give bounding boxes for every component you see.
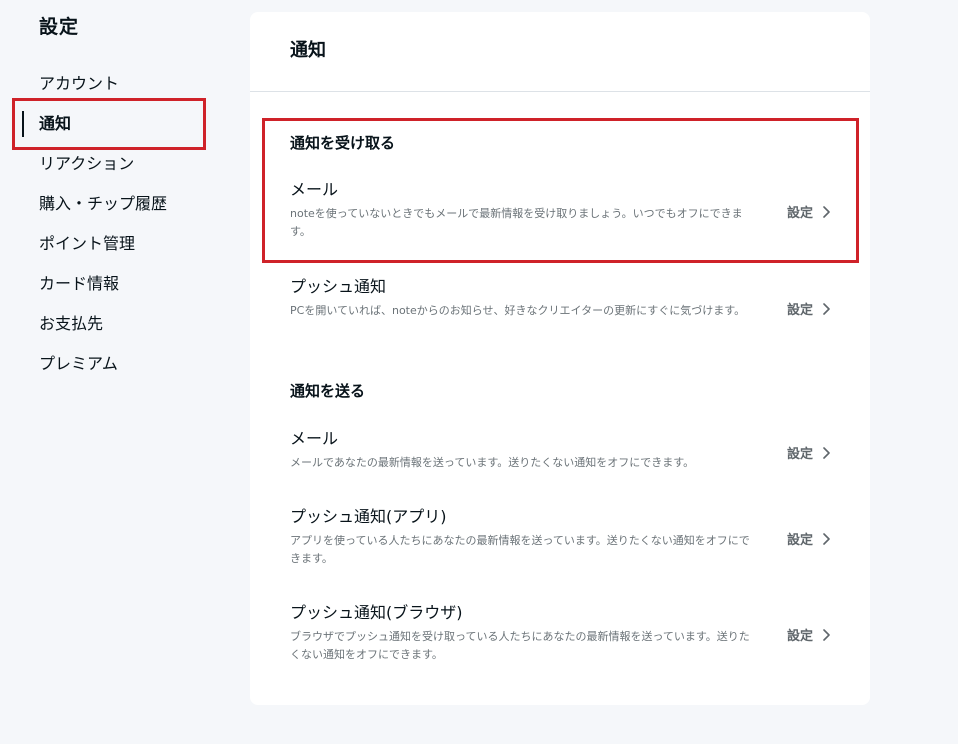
row-description: PCを開いていれば、noteからのお知らせ、好きなクリエイターの更新にすぐに気づ… <box>290 304 746 317</box>
sidebar-item-reactions[interactable]: リアクション <box>0 144 250 184</box>
sidebar-item-purchase-history[interactable]: 購入・チップ履歴 <box>0 184 250 224</box>
row-settings-link[interactable]: 設定 <box>787 202 830 221</box>
settings-row-push-app-send: プッシュ通知(アプリ) アプリを使っている人たちにあなたの最新情報を送っています… <box>290 506 830 568</box>
sidebar: 設定 アカウント 通知 リアクション 購入・チップ履歴 ポイント管理 カード情報… <box>0 0 250 744</box>
settings-card: 通知 通知を受け取る メール noteを使っていないときでもメールで最新情報を受… <box>250 12 870 705</box>
row-settings-label: 設定 <box>786 303 813 318</box>
row-settings-link[interactable]: 設定 <box>787 443 830 462</box>
sidebar-item-premium[interactable]: プレミアム <box>0 344 250 384</box>
settings-row-push-receive: プッシュ通知 PCを開いていれば、noteからのお知らせ、好きなクリエイターの更… <box>290 276 830 320</box>
chevron-right-icon <box>823 302 830 315</box>
chevron-right-icon <box>823 628 830 641</box>
settings-row-push-browser-send: プッシュ通知(ブラウザ) ブラウザでプッシュ通知を受け取っている人たちにあなたの… <box>290 602 830 664</box>
row-settings-label: 設定 <box>786 206 813 221</box>
sidebar-item-account[interactable]: アカウント <box>0 64 250 104</box>
row-description: noteを使っていないときでもメールで最新情報を受け取りましょう。いつでもオフに… <box>290 207 743 238</box>
chevron-right-icon <box>823 446 830 459</box>
sidebar-title: 設定 <box>39 16 80 38</box>
row-settings-link[interactable]: 設定 <box>787 299 830 318</box>
row-settings-label: 設定 <box>786 533 813 548</box>
row-description: アプリを使っている人たちにあなたの最新情報を送っています。送りたくない通知をオフ… <box>290 534 750 565</box>
row-settings-label: 設定 <box>786 447 813 462</box>
chevron-right-icon <box>823 205 830 218</box>
page-title: 通知 <box>290 40 326 61</box>
section-heading-receive: 通知を受け取る <box>290 134 396 152</box>
sidebar-item-points[interactable]: ポイント管理 <box>0 224 250 264</box>
section-heading-send: 通知を送る <box>290 382 366 400</box>
sidebar-item-payout[interactable]: お支払先 <box>0 304 250 344</box>
row-title: プッシュ通知(アプリ) <box>290 507 447 526</box>
row-title: メール <box>290 180 339 199</box>
row-title: プッシュ通知(ブラウザ) <box>290 603 463 622</box>
row-title: メール <box>290 429 339 448</box>
settings-row-email-receive: メール noteを使っていないときでもメールで最新情報を受け取りましょう。いつで… <box>290 179 830 241</box>
row-title: プッシュ通知 <box>290 277 387 296</box>
row-description: メールであなたの最新情報を送っています。送りたくない通知をオフにできます。 <box>290 456 695 469</box>
row-description: ブラウザでプッシュ通知を受け取っている人たちにあなたの最新情報を送っています。送… <box>290 630 750 661</box>
row-settings-link[interactable]: 設定 <box>787 625 830 644</box>
card-header: 通知 <box>250 12 870 92</box>
settings-row-email-send: メール メールであなたの最新情報を送っています。送りたくない通知をオフにできます… <box>290 428 830 472</box>
chevron-right-icon <box>823 532 830 545</box>
sidebar-item-notifications[interactable]: 通知 <box>0 104 250 144</box>
sidebar-item-card-info[interactable]: カード情報 <box>0 264 250 304</box>
sidebar-nav: アカウント 通知 リアクション 購入・チップ履歴 ポイント管理 カード情報 お支… <box>0 64 250 384</box>
row-settings-label: 設定 <box>786 629 813 644</box>
row-settings-link[interactable]: 設定 <box>787 529 830 548</box>
